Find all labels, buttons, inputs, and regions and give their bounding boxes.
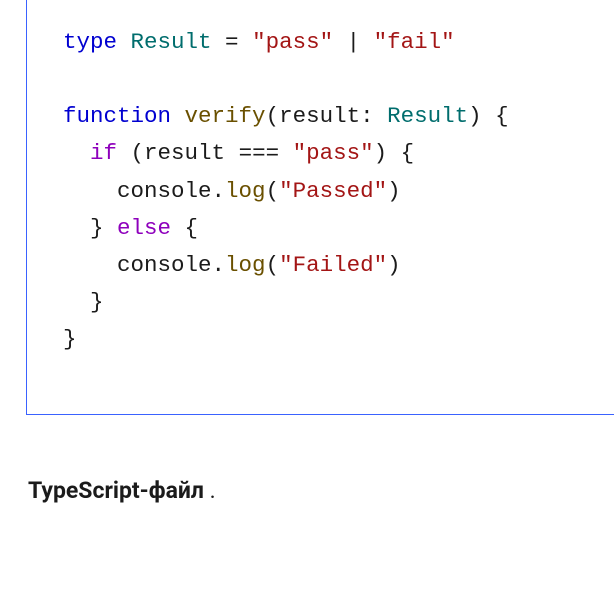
str-pass-literal: "pass" xyxy=(252,29,333,55)
fn-name-verify: verify xyxy=(185,103,266,129)
indent xyxy=(63,178,117,204)
dot: . xyxy=(212,178,226,204)
caption-strong: TypeScript-файл xyxy=(28,477,204,504)
brace-close: } xyxy=(90,289,104,315)
kw-else: else xyxy=(117,215,171,241)
caption: TypeScript-файл . xyxy=(28,477,614,504)
fn-log: log xyxy=(225,252,266,278)
brace-close: } xyxy=(63,326,77,352)
op-eqeqeq: === xyxy=(239,140,280,166)
page: type Result = "pass" | "fail" function v… xyxy=(0,0,614,590)
indent xyxy=(63,140,90,166)
fn-log: log xyxy=(225,178,266,204)
indent xyxy=(63,289,90,315)
dot: . xyxy=(212,252,226,278)
str-pass-cmp: "pass" xyxy=(293,140,374,166)
caption-trail: . xyxy=(204,477,216,504)
indent xyxy=(63,252,117,278)
code-listing: type Result = "pass" | "fail" function v… xyxy=(63,24,604,358)
obj-console: console xyxy=(117,178,212,204)
cond-open: (result xyxy=(117,140,239,166)
brace-close: } xyxy=(90,215,117,241)
paren-open: ( xyxy=(266,252,280,278)
param-result: result xyxy=(279,103,360,129)
paren-close: ) xyxy=(387,178,401,204)
str-fail-literal: "fail" xyxy=(374,29,455,55)
kw-function: function xyxy=(63,103,171,129)
paren-open: ( xyxy=(266,103,280,129)
str-failed: "Failed" xyxy=(279,252,387,278)
kw-if: if xyxy=(90,140,117,166)
space xyxy=(279,140,293,166)
str-passed: "Passed" xyxy=(279,178,387,204)
indent xyxy=(63,215,90,241)
op-eq: = xyxy=(212,29,253,55)
paren-close-brace: ) { xyxy=(468,103,509,129)
code-block: type Result = "pass" | "fail" function v… xyxy=(26,0,614,415)
op-pipe: | xyxy=(333,29,374,55)
colon: : xyxy=(360,103,387,129)
obj-console: console xyxy=(117,252,212,278)
brace-open: { xyxy=(171,215,198,241)
paren-close: ) xyxy=(387,252,401,278)
cond-close: ) { xyxy=(374,140,415,166)
param-type-result: Result xyxy=(387,103,468,129)
kw-type: type xyxy=(63,29,117,55)
type-name-result: Result xyxy=(131,29,212,55)
paren-open: ( xyxy=(266,178,280,204)
